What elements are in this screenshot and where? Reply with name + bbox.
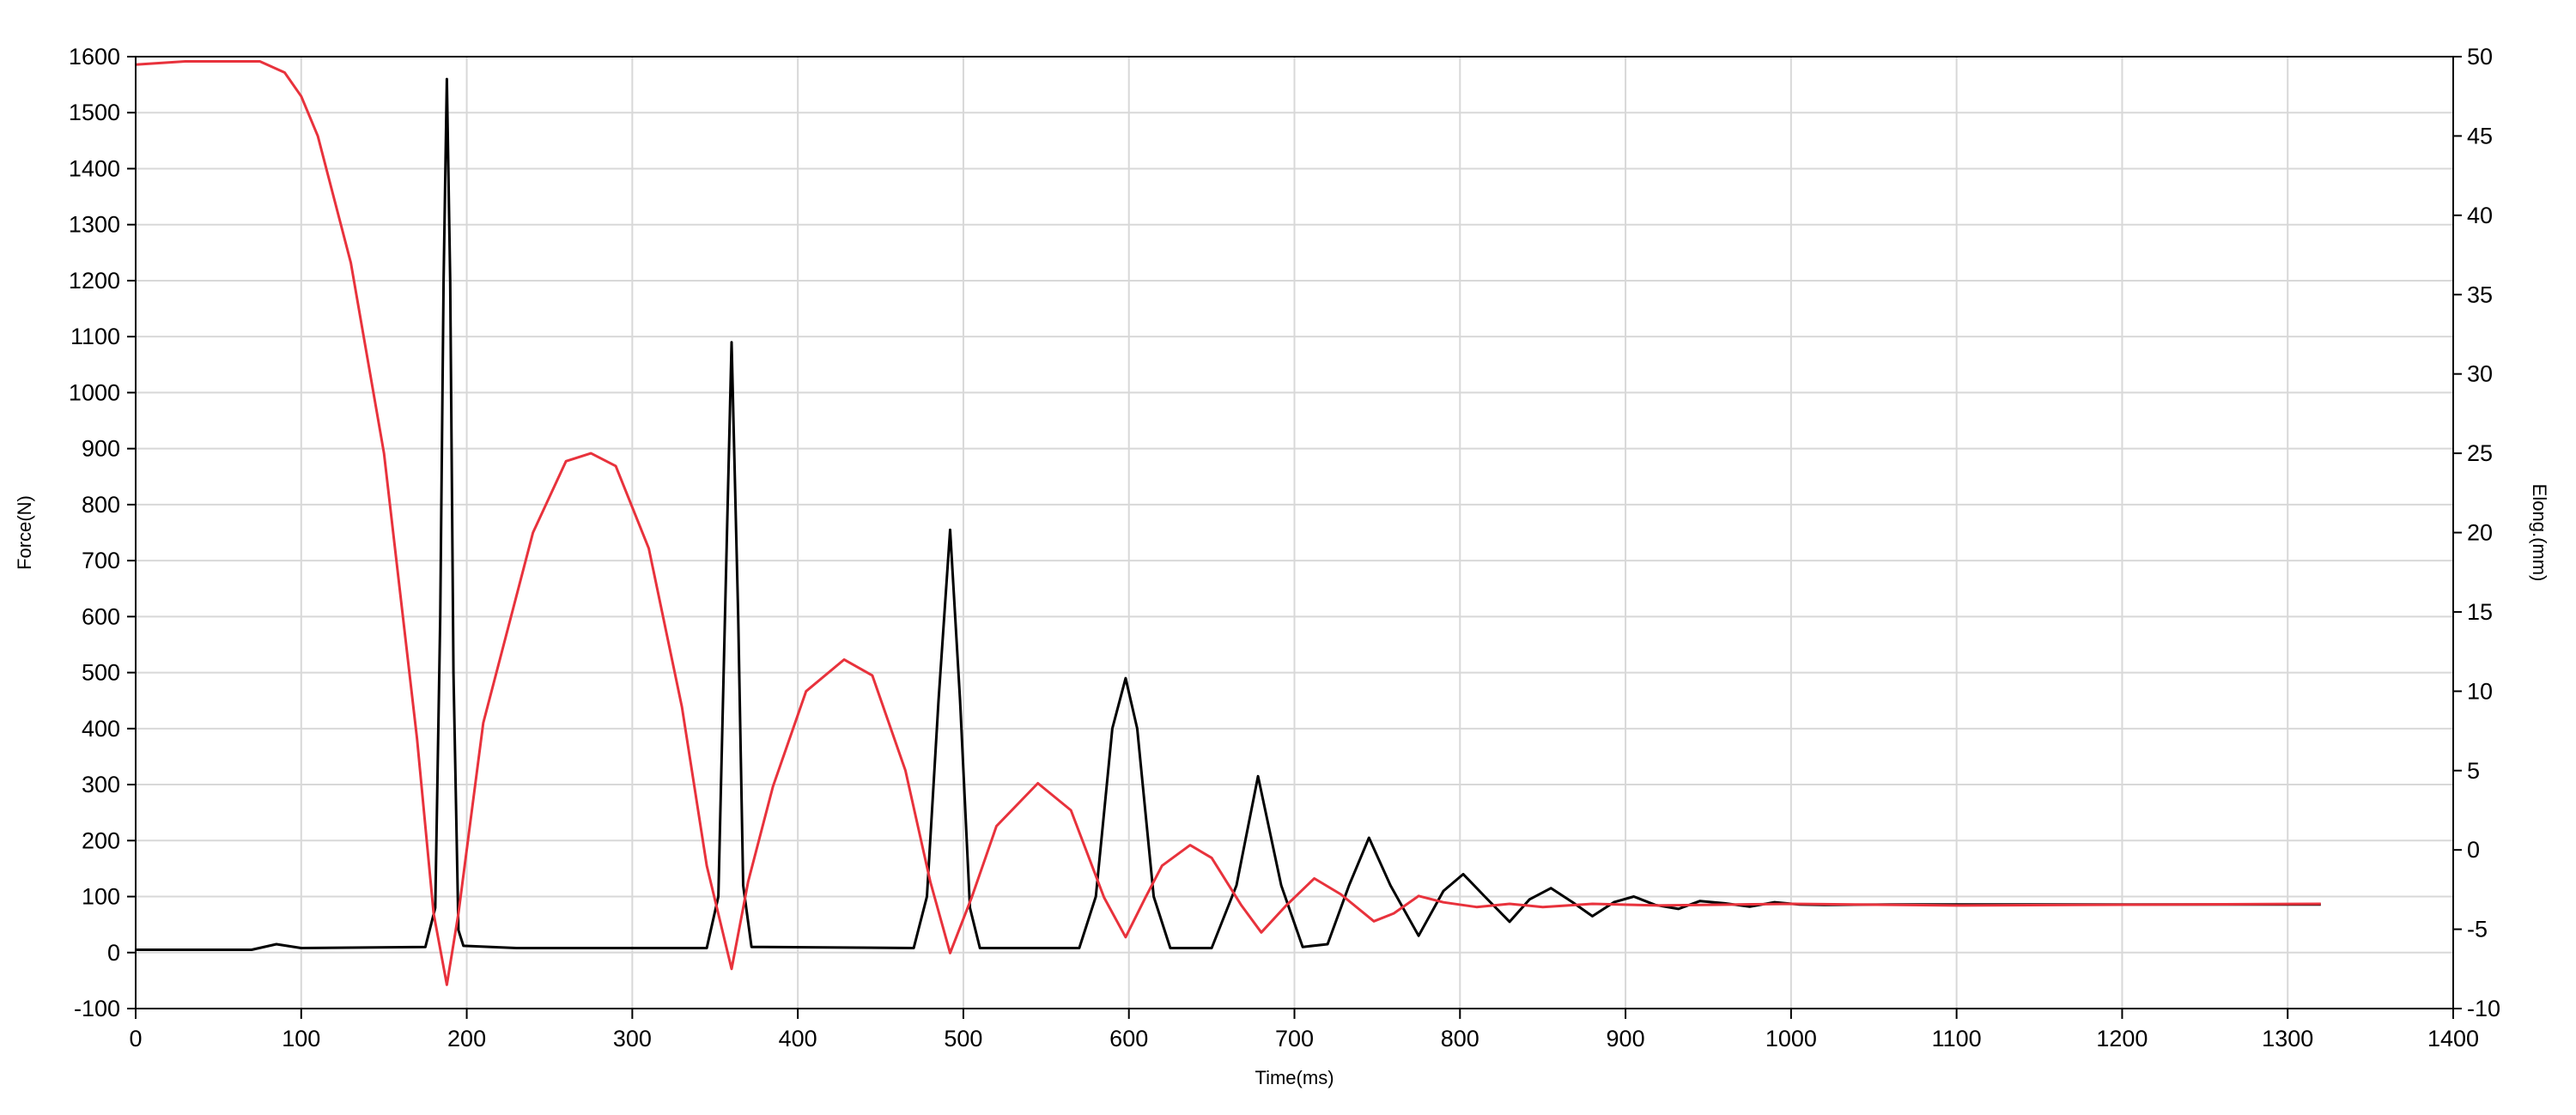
y2-tick-label: 30 xyxy=(2467,361,2493,387)
series-layer xyxy=(135,60,2321,986)
x-tick-label: 0 xyxy=(129,1026,142,1051)
series-line-force xyxy=(136,77,2321,951)
y2-tick-label: 5 xyxy=(2467,758,2480,784)
x-tick-label: 700 xyxy=(1275,1026,1314,1051)
y-tick-label: 100 xyxy=(82,884,120,910)
y-tick-label: 200 xyxy=(82,827,120,853)
y-tick-label: 1200 xyxy=(69,268,120,294)
y-tick-label: 1400 xyxy=(69,155,120,181)
y2-tick-label: 50 xyxy=(2467,44,2493,70)
y2-tick-label: 10 xyxy=(2467,678,2493,704)
y2-tick-label: -10 xyxy=(2467,996,2500,1021)
y-tick-label: 300 xyxy=(82,772,120,797)
y-tick-label: 1300 xyxy=(69,212,120,238)
x-tick-label: 500 xyxy=(944,1026,982,1051)
x-tick-label: 900 xyxy=(1607,1026,1645,1051)
y-tick-label: 400 xyxy=(82,716,120,742)
y2-axis-label: Elong.(mm) xyxy=(2529,484,2550,582)
x-tick-label: 1400 xyxy=(2427,1026,2479,1051)
chart-canvas: 0 100 200 300 400 500 600 700 800 900 1000 1100 1200… xyxy=(14,44,2550,1088)
x-tick-label: 300 xyxy=(613,1026,652,1051)
x-tick-label: 100 xyxy=(282,1026,320,1051)
x-tick-label: 1300 xyxy=(2262,1026,2313,1051)
y2-tick-label: 20 xyxy=(2467,520,2493,546)
series-line-elongation xyxy=(135,60,2321,986)
x-tick-label: 1200 xyxy=(2096,1026,2148,1051)
y-tick-label: 800 xyxy=(82,492,120,518)
x-axis-label: Time(ms) xyxy=(1255,1067,1334,1088)
force-elongation-chart: 0 100 200 300 400 500 600 700 800 900 1000 1100 1200… xyxy=(0,0,2576,1115)
y2-tick-label: 40 xyxy=(2467,203,2493,228)
y-tick-label: 1600 xyxy=(69,44,120,70)
y2-tick-label: 15 xyxy=(2467,599,2493,625)
y-tick-label: 1100 xyxy=(70,324,120,349)
x-tick-label: 800 xyxy=(1441,1026,1479,1051)
y-tick-label: 0 xyxy=(107,940,120,966)
x-tick-label: 400 xyxy=(779,1026,817,1051)
y-tick-label: 1000 xyxy=(69,379,120,405)
y2-tick-label: -5 xyxy=(2467,917,2488,942)
y-tick-label: -100 xyxy=(74,996,120,1021)
y-tick-label: 1500 xyxy=(69,100,120,125)
y-tick-label: 500 xyxy=(82,660,120,686)
y-tick-label: 600 xyxy=(82,603,120,629)
y-axis-label: Force(N) xyxy=(14,495,35,570)
y2-tick-label: 25 xyxy=(2467,440,2493,466)
y2-tick-label: 0 xyxy=(2467,837,2480,863)
y-tick-label: 700 xyxy=(82,548,120,573)
y2-tick-label: 45 xyxy=(2467,123,2493,148)
x-tick-label: 200 xyxy=(447,1026,486,1051)
x-tick-label: 600 xyxy=(1109,1026,1148,1051)
y-tick-label: 900 xyxy=(82,436,120,462)
grid xyxy=(135,56,2454,1009)
x-tick-label: 1100 xyxy=(1932,1026,1982,1051)
y2-tick-label: 35 xyxy=(2467,282,2493,307)
x-tick-label: 1000 xyxy=(1765,1026,1817,1051)
